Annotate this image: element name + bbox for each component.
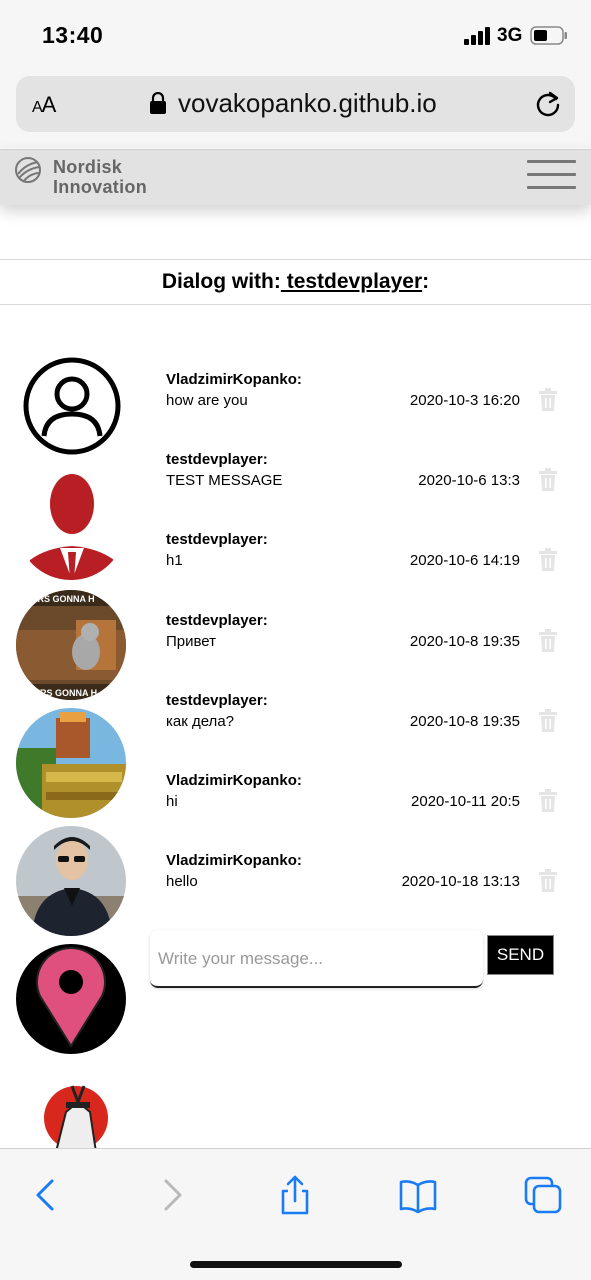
svg-text:ERS GONNA H: ERS GONNA H	[34, 688, 97, 698]
default-user-icon[interactable]	[22, 356, 122, 456]
reload-icon[interactable]	[534, 90, 562, 118]
divider	[0, 259, 591, 260]
message-date: 2020-10-3 16:20	[409, 392, 520, 409]
red-silhouette-avatar[interactable]	[16, 470, 126, 580]
message-author[interactable]: VladzimirKopanko:	[166, 852, 302, 869]
trash-icon[interactable]	[538, 388, 558, 412]
lock-icon	[150, 92, 166, 114]
message-author[interactable]: testdevplayer:	[166, 692, 268, 709]
message-item: testdevplayer: как дела? 2020-10-8 19:35	[166, 692, 558, 752]
trash-icon[interactable]	[538, 869, 558, 893]
message-item: testdevplayer: Привет 2020-10-8 19:35	[166, 612, 558, 672]
message-author[interactable]: VladzimirKopanko:	[166, 772, 302, 789]
message-author[interactable]: testdevplayer:	[166, 451, 268, 468]
browser-address-area: AA vovakopanko.github.io	[0, 66, 591, 148]
message-date: 2020-10-6 14:19	[409, 552, 520, 569]
message-text: TEST MESSAGE	[166, 472, 283, 489]
dialog-username-link[interactable]: testdevplayer	[281, 270, 422, 293]
url-text[interactable]: vovakopanko.github.io	[178, 88, 437, 119]
game-scene-avatar[interactable]	[16, 708, 126, 818]
message-item: testdevplayer: TEST MESSAGE 2020-10-6 13…	[166, 451, 558, 511]
message-date: 2020-10-18 13:13	[401, 873, 520, 890]
message-author[interactable]: VladzimirKopanko:	[166, 371, 302, 388]
logo-line-2: Innovation	[53, 177, 147, 197]
bookmarks-icon[interactable]	[398, 1175, 438, 1215]
message-item: testdevplayer: h1 2020-10-6 14:19	[166, 531, 558, 591]
divider	[0, 304, 591, 305]
trash-icon[interactable]	[538, 629, 558, 653]
message-composer	[150, 930, 483, 988]
browser-toolbar	[0, 1148, 591, 1280]
dialog-title: Dialog with: testdevplayer:	[0, 270, 591, 294]
logo-line-1: Nordisk	[53, 157, 123, 177]
message-text: Привет	[166, 633, 217, 650]
back-icon[interactable]	[26, 1175, 66, 1215]
network-type: 3G	[497, 25, 523, 46]
message-text: как дела?	[166, 713, 234, 730]
message-author[interactable]: testdevplayer:	[166, 531, 268, 548]
message-date: 2020-10-8 19:35	[409, 633, 520, 650]
dialog-title-suffix: :	[422, 270, 430, 293]
dialog-title-prefix: Dialog with:	[161, 270, 281, 293]
trash-icon[interactable]	[538, 468, 558, 492]
address-bar[interactable]: AA vovakopanko.github.io	[16, 76, 575, 132]
send-button[interactable]: SEND	[487, 935, 554, 975]
hamburger-menu-icon[interactable]	[527, 160, 576, 192]
location-pin-avatar[interactable]	[16, 944, 126, 1054]
status-time: 13:40	[42, 22, 104, 48]
text-size-button[interactable]: AA	[32, 92, 57, 118]
message-date: 2020-10-6 13:3	[418, 472, 520, 489]
message-date: 2020-10-11 20:5	[411, 793, 520, 810]
battery-icon	[530, 26, 567, 45]
trash-icon[interactable]	[538, 709, 558, 733]
nordisk-logo-icon[interactable]	[14, 156, 42, 184]
message-item: VladzimirKopanko: how are you 2020-10-3 …	[166, 371, 558, 431]
message-item: VladzimirKopanko: hello 2020-10-18 13:13	[166, 852, 558, 912]
message-text: how are you	[166, 392, 248, 409]
tabs-icon[interactable]	[523, 1175, 563, 1215]
trash-icon[interactable]	[538, 789, 558, 813]
site-logo-text[interactable]: Nordisk Innovation	[53, 157, 147, 197]
message-input[interactable]	[158, 944, 476, 974]
message-author[interactable]: testdevplayer:	[166, 612, 268, 629]
home-indicator[interactable]	[190, 1261, 402, 1268]
message-text: h1	[166, 552, 183, 569]
trash-icon[interactable]	[538, 548, 558, 572]
signal-icon	[464, 27, 490, 45]
message-item: VladzimirKopanko: hi 2020-10-11 20:5	[166, 772, 558, 832]
cat-meme-avatar[interactable]: TERS GONNA H ERS GONNA H	[16, 590, 126, 700]
person-photo-avatar[interactable]	[16, 826, 126, 936]
svg-text:TERS GONNA H: TERS GONNA H	[26, 594, 95, 604]
message-text: hi	[166, 793, 178, 810]
share-icon[interactable]	[275, 1175, 315, 1215]
forward-icon[interactable]	[152, 1175, 192, 1215]
site-header: Nordisk Innovation	[0, 149, 591, 205]
message-text: hello	[166, 873, 198, 890]
status-bar: 13:40 3G	[0, 0, 591, 66]
message-date: 2020-10-8 19:35	[409, 713, 520, 730]
text-size-label: A	[41, 92, 57, 117]
